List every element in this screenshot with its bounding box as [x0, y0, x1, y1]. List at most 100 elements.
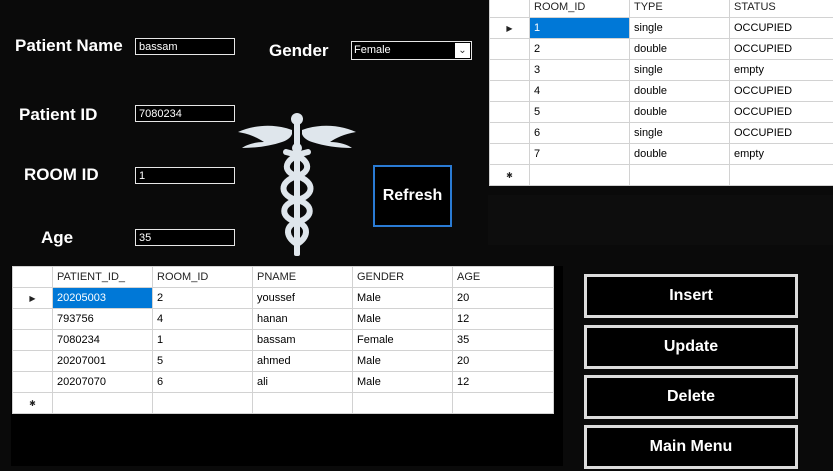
table-cell[interactable]: 5: [529, 101, 630, 123]
main-menu-button[interactable]: Main Menu: [584, 425, 798, 469]
table-cell[interactable]: single: [629, 17, 730, 39]
refresh-button[interactable]: Refresh: [373, 165, 452, 227]
table-cell[interactable]: 20207001: [52, 350, 153, 372]
column-header[interactable]: ROOM_ID: [529, 0, 630, 18]
table-cell[interactable]: Male: [352, 371, 453, 393]
table-cell[interactable]: Male: [352, 350, 453, 372]
table-cell[interactable]: ahmed: [252, 350, 353, 372]
column-header[interactable]: PNAME: [252, 266, 353, 288]
row-header[interactable]: [489, 143, 530, 165]
table-cell[interactable]: empty: [729, 143, 833, 165]
table-row[interactable]: 6 single OCCUPIED: [489, 122, 833, 144]
table-cell[interactable]: single: [629, 122, 730, 144]
table-cell[interactable]: OCCUPIED: [729, 17, 833, 39]
table-cell[interactable]: 2: [529, 38, 630, 60]
table-row[interactable]: 7 double empty: [489, 143, 833, 165]
current-row-icon[interactable]: ▶: [12, 287, 53, 309]
table-cell[interactable]: [529, 164, 630, 186]
row-header[interactable]: [489, 80, 530, 102]
gender-select[interactable]: Female ⌄: [351, 41, 472, 60]
new-row[interactable]: ✱: [489, 164, 833, 186]
column-header[interactable]: GENDER: [352, 266, 453, 288]
row-header[interactable]: [489, 122, 530, 144]
table-cell[interactable]: 793756: [52, 308, 153, 330]
table-cell[interactable]: [452, 392, 554, 414]
table-cell[interactable]: OCCUPIED: [729, 101, 833, 123]
table-cell[interactable]: 20: [452, 350, 554, 372]
table-cell[interactable]: double: [629, 143, 730, 165]
table-cell[interactable]: empty: [729, 59, 833, 81]
table-cell[interactable]: 6: [529, 122, 630, 144]
table-cell[interactable]: [52, 392, 153, 414]
table-cell[interactable]: Male: [352, 308, 453, 330]
table-cell[interactable]: hanan: [252, 308, 353, 330]
table-cell[interactable]: [629, 164, 730, 186]
table-cell[interactable]: [352, 392, 453, 414]
table-cell[interactable]: OCCUPIED: [729, 80, 833, 102]
new-row-icon[interactable]: ✱: [12, 392, 53, 414]
table-cell[interactable]: 12: [452, 308, 554, 330]
room-id-field[interactable]: 1: [135, 167, 235, 184]
table-cell[interactable]: Female: [352, 329, 453, 351]
table-cell[interactable]: 3: [529, 59, 630, 81]
table-cell[interactable]: 35: [452, 329, 554, 351]
table-row[interactable]: 7080234 1 bassam Female 35: [12, 329, 554, 351]
table-cell[interactable]: double: [629, 101, 730, 123]
rooms-grid[interactable]: ROOM_ID TYPE STATUS ▶ 1 single OCCUPIED …: [489, 0, 833, 186]
table-cell[interactable]: [252, 392, 353, 414]
table-cell[interactable]: 20207070: [52, 371, 153, 393]
table-cell[interactable]: 20205003: [52, 287, 153, 309]
row-header[interactable]: [12, 329, 53, 351]
table-cell[interactable]: 2: [152, 287, 253, 309]
table-cell[interactable]: bassam: [252, 329, 353, 351]
table-cell[interactable]: double: [629, 80, 730, 102]
table-cell[interactable]: 4: [152, 308, 253, 330]
patients-grid[interactable]: PATIENT_ID_ ROOM_ID PNAME GENDER AGE ▶ 2…: [12, 266, 554, 414]
table-cell[interactable]: single: [629, 59, 730, 81]
table-row[interactable]: 20207070 6 ali Male 12: [12, 371, 554, 393]
new-row-icon[interactable]: ✱: [489, 164, 530, 186]
table-cell[interactable]: 12: [452, 371, 554, 393]
column-header[interactable]: AGE: [452, 266, 554, 288]
table-cell[interactable]: [729, 164, 833, 186]
column-header[interactable]: PATIENT_ID_: [52, 266, 153, 288]
row-header[interactable]: [12, 371, 53, 393]
table-row[interactable]: 5 double OCCUPIED: [489, 101, 833, 123]
table-cell[interactable]: ali: [252, 371, 353, 393]
table-cell[interactable]: 5: [152, 350, 253, 372]
table-cell[interactable]: 20: [452, 287, 554, 309]
update-button[interactable]: Update: [584, 325, 798, 369]
table-cell[interactable]: 4: [529, 80, 630, 102]
row-header[interactable]: [489, 101, 530, 123]
delete-button[interactable]: Delete: [584, 375, 798, 419]
table-cell[interactable]: OCCUPIED: [729, 38, 833, 60]
patient-name-field[interactable]: bassam: [135, 38, 235, 55]
table-row[interactable]: 793756 4 hanan Male 12: [12, 308, 554, 330]
new-row[interactable]: ✱: [12, 392, 554, 414]
row-header[interactable]: [12, 308, 53, 330]
row-header[interactable]: [489, 59, 530, 81]
table-row[interactable]: 3 single empty: [489, 59, 833, 81]
table-cell[interactable]: double: [629, 38, 730, 60]
patient-id-field[interactable]: 7080234: [135, 105, 235, 122]
insert-button[interactable]: Insert: [584, 274, 798, 318]
row-header[interactable]: [489, 38, 530, 60]
table-row[interactable]: 20207001 5 ahmed Male 20: [12, 350, 554, 372]
table-cell[interactable]: 1: [152, 329, 253, 351]
column-header[interactable]: ROOM_ID: [152, 266, 253, 288]
table-cell[interactable]: youssef: [252, 287, 353, 309]
table-cell[interactable]: 6: [152, 371, 253, 393]
table-cell[interactable]: 7080234: [52, 329, 153, 351]
column-header[interactable]: TYPE: [629, 0, 730, 18]
table-row[interactable]: ▶ 1 single OCCUPIED: [489, 17, 833, 39]
table-row[interactable]: ▶ 20205003 2 youssef Male 20: [12, 287, 554, 309]
row-header[interactable]: [12, 350, 53, 372]
chevron-down-icon[interactable]: ⌄: [455, 43, 470, 58]
current-row-icon[interactable]: ▶: [489, 17, 530, 39]
table-cell[interactable]: OCCUPIED: [729, 122, 833, 144]
age-field[interactable]: 35: [135, 229, 235, 246]
table-cell[interactable]: 7: [529, 143, 630, 165]
table-cell[interactable]: Male: [352, 287, 453, 309]
column-header[interactable]: STATUS: [729, 0, 833, 18]
table-row[interactable]: 4 double OCCUPIED: [489, 80, 833, 102]
